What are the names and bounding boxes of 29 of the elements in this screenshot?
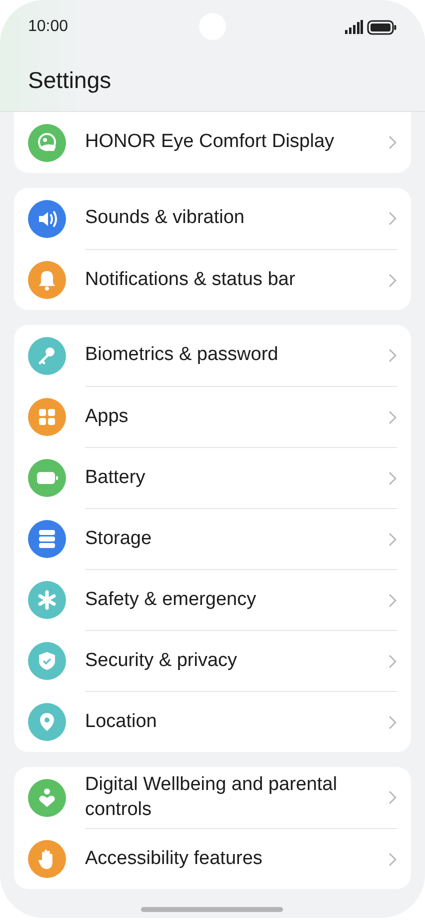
chevron-icon — [388, 272, 397, 288]
page-title: Settings — [28, 66, 112, 95]
chevron-icon — [388, 135, 397, 150]
settings-item[interactable]: Location — [85, 710, 157, 734]
settings-item[interactable]: Sounds & vibration — [85, 206, 244, 231]
settings-item[interactable]: Accessibility features — [85, 847, 262, 872]
chevron-icon — [388, 790, 397, 806]
chevron-icon — [388, 410, 397, 424]
battery-icon — [367, 20, 397, 34]
settings-item[interactable]: Apps — [85, 404, 128, 430]
chevron-icon — [388, 348, 397, 363]
status-time: 10:00 — [28, 17, 68, 37]
settings-item[interactable]: Digital Wellbeing and parental controls — [85, 773, 380, 822]
settings-item[interactable]: HONOR Eye Comfort Display — [85, 130, 334, 155]
chevron-icon — [388, 714, 397, 730]
settings-item[interactable]: Storage — [85, 526, 152, 552]
settings-item[interactable]: Notifications & status bar — [85, 268, 296, 292]
settings-item[interactable]: Battery — [85, 466, 146, 490]
signal-icon — [345, 20, 363, 34]
chevron-icon — [388, 532, 397, 546]
chevron-icon — [388, 852, 397, 867]
home-indicator[interactable] — [141, 907, 283, 912]
settings-item[interactable]: Biometrics & password — [85, 343, 278, 368]
chevron-icon — [388, 592, 397, 608]
chevron-icon — [388, 211, 397, 226]
chevron-icon — [388, 470, 397, 486]
chevron-icon — [388, 654, 397, 668]
settings-item[interactable]: Safety & emergency — [85, 588, 256, 612]
settings-item[interactable]: Security & privacy — [85, 648, 238, 674]
